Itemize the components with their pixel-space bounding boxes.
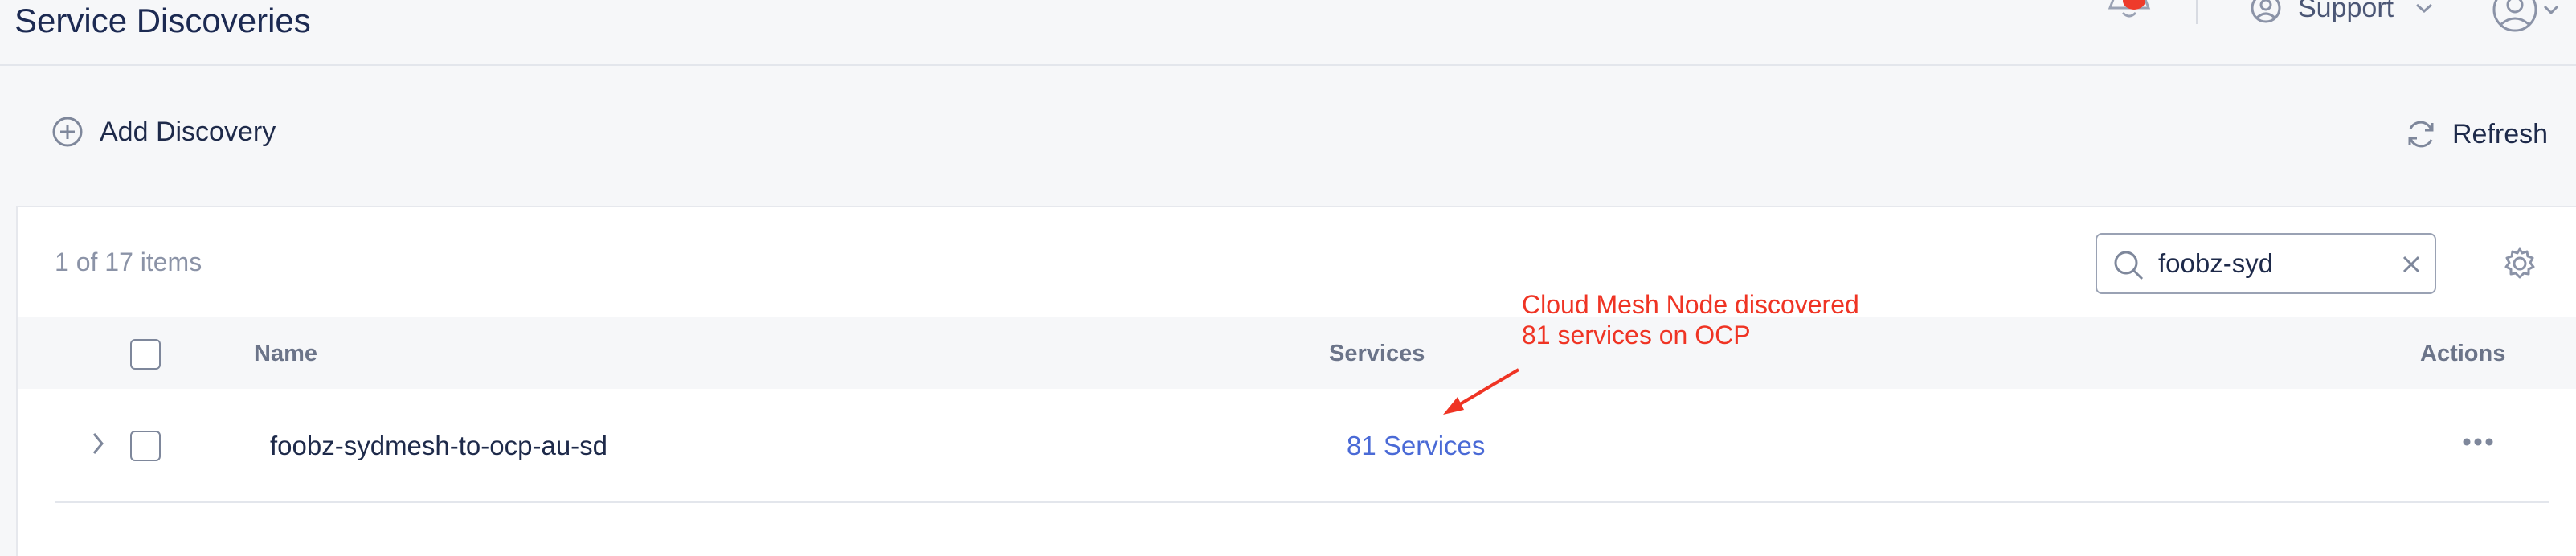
search-icon [2114,251,2144,280]
column-header-services: Services [1329,341,1425,366]
support-menu[interactable]: Support [2250,0,2450,24]
discovery-name[interactable]: foobz-sydmesh-to-ocp-au-sd [270,431,607,461]
close-icon[interactable] [2401,254,2422,275]
support-label: Support [2298,0,2394,23]
header-divider [2196,0,2198,24]
refresh-icon [2408,121,2434,148]
column-header-name: Name [254,341,317,366]
items-count: 1 of 17 items [55,247,202,276]
gear-icon[interactable] [2502,246,2537,281]
search-box[interactable] [2096,233,2436,294]
discoveries-table-panel: 1 of 17 items Name Services Actions foob… [16,206,2576,556]
services-link[interactable]: 81 Services [1347,431,1485,461]
top-header: Service Discoveries Support [0,0,2576,66]
refresh-button[interactable]: Refresh [2404,117,2548,151]
row-checkbox[interactable] [130,431,161,461]
add-discovery-button[interactable]: Add Discovery [51,116,276,148]
column-header-actions: Actions [2420,341,2506,366]
search-input[interactable] [2158,246,2391,281]
support-icon [2251,0,2281,23]
chevron-right-icon[interactable] [90,431,106,456]
more-horizontal-icon[interactable] [2462,437,2494,447]
page-title: Service Discoveries [14,2,311,39]
user-icon [2492,0,2537,32]
table-row: foobz-sydmesh-to-ocp-au-sd 81 Services [55,389,2549,503]
user-menu[interactable] [2491,0,2560,34]
select-all-checkbox[interactable] [130,339,161,370]
chevron-down-icon [2543,5,2559,15]
plus-circle-icon [52,117,83,147]
add-discovery-label: Add Discovery [100,116,276,147]
annotation-callout: Cloud Mesh Node discovered 81 services o… [1522,290,1859,350]
table-header: Name Services Actions [18,317,2576,389]
refresh-label: Refresh [2452,118,2549,149]
chevron-down-icon [2416,3,2433,14]
